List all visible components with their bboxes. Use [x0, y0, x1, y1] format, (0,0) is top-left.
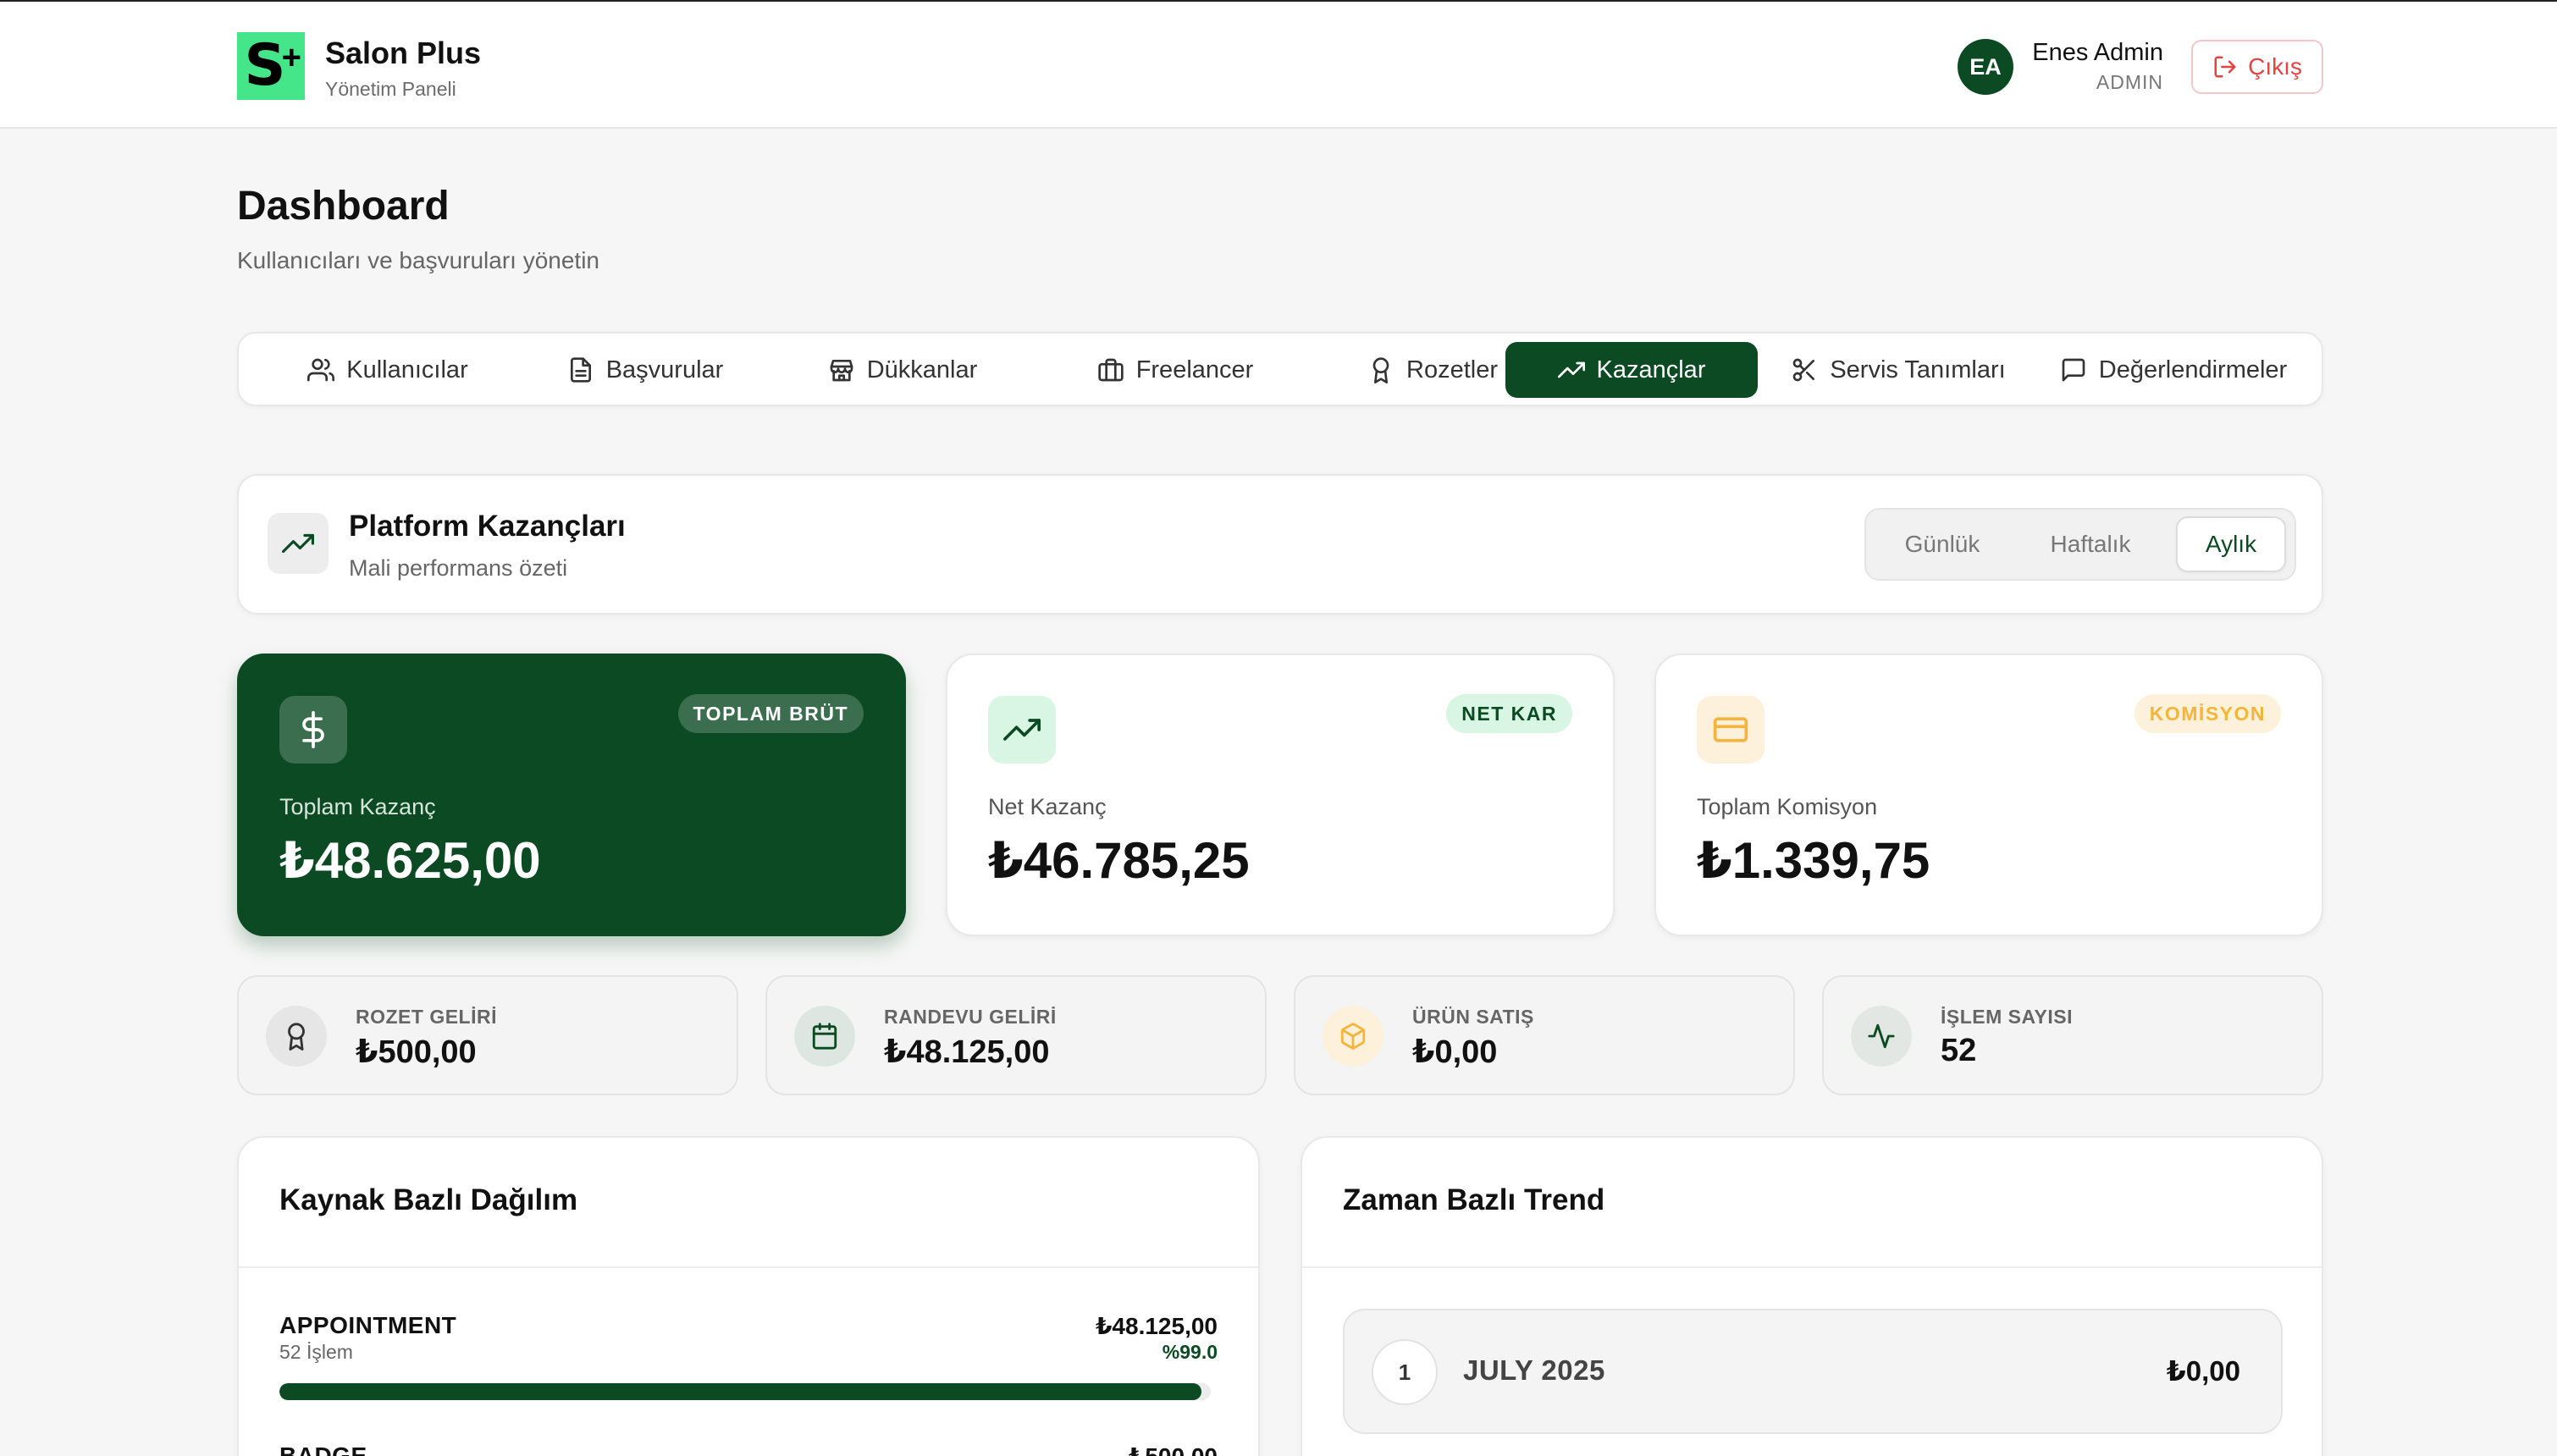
- calendar-icon: [794, 1006, 855, 1067]
- source-amount: ₺500,00: [1129, 1442, 1218, 1456]
- transaction-count-value: 52: [1941, 1033, 1977, 1068]
- user-name: Enes Admin: [2032, 39, 2163, 66]
- appointment-revenue-card: RANDEVU GELİRİ ₺48.125,00: [765, 975, 1267, 1095]
- scissors-icon: [1791, 356, 1818, 383]
- appointment-revenue-label: RANDEVU GELİRİ: [884, 1006, 1057, 1028]
- award-icon: [266, 1006, 327, 1067]
- activity-icon: [1851, 1006, 1912, 1067]
- tab-label: Freelancer: [1135, 356, 1254, 383]
- commission-label: Toplam Komisyon: [1697, 794, 1878, 819]
- brand-logo[interactable]: S +: [237, 32, 305, 100]
- earnings-title: Platform Kazançları: [349, 510, 626, 543]
- store-icon: [828, 356, 855, 383]
- net-profit-badge: NET KAR: [1446, 694, 1572, 733]
- logout-label: Çıkış: [2248, 53, 2302, 80]
- logo-letter: S: [244, 32, 286, 99]
- top-bar: S + Salon Plus Yönetim Paneli EA Enes Ad…: [0, 0, 2557, 129]
- tab-label: Rozetler: [1406, 356, 1498, 383]
- tab-label: Kazançlar: [1596, 356, 1706, 383]
- total-gross-badge: TOPLAM BRÜT: [677, 694, 864, 733]
- package-icon: [1323, 1006, 1383, 1067]
- period-toggle: Günlük Haftalık Aylık: [1864, 508, 2296, 581]
- transaction-count-card: İŞLEM SAYISI 52: [1822, 975, 2323, 1095]
- trend-row[interactable]: 1 JULY 2025 ₺0,00: [1343, 1309, 2283, 1434]
- badge-revenue-value: ₺500,00: [356, 1034, 477, 1070]
- brand-name: Salon Plus: [325, 36, 482, 70]
- tab-kazanclar[interactable]: Kazançlar: [1505, 342, 1758, 398]
- source-amount: ₺48.125,00: [1095, 1313, 1218, 1339]
- credit-card-icon: [1697, 696, 1764, 764]
- tab-label: Kullanıcılar: [346, 356, 468, 383]
- brand-subtitle: Yönetim Paneli: [325, 78, 456, 100]
- badge-revenue-card: ROZET GELİRİ ₺500,00: [237, 975, 738, 1095]
- award-icon: [1367, 356, 1394, 383]
- trend-index: 1: [1372, 1339, 1438, 1405]
- net-revenue-value: ₺46.785,25: [988, 832, 1250, 889]
- file-text-icon: [567, 356, 594, 383]
- panel-title: Zaman Bazlı Trend: [1343, 1183, 1605, 1216]
- tab-degerlendirmeler[interactable]: Değerlendirmeler: [2042, 342, 2305, 398]
- transaction-count-label: İŞLEM SAYISI: [1941, 1006, 2073, 1028]
- tab-label: Değerlendirmeler: [2098, 356, 2288, 383]
- message-square-icon: [2060, 356, 2087, 383]
- logo-plus: +: [281, 39, 301, 76]
- period-monthly-button[interactable]: Aylık: [2176, 516, 2286, 572]
- logout-icon: [2212, 54, 2238, 80]
- tab-label: Servis Tanımları: [1830, 356, 2006, 383]
- divider: [1302, 1266, 2322, 1268]
- page-subtitle: Kullanıcıları ve başvuruları yönetin: [237, 247, 599, 273]
- tab-bar: Kullanıcılar Başvurular Dükkanlar Freela…: [237, 332, 2323, 406]
- tab-label: Başvurular: [605, 356, 724, 383]
- user-role: ADMIN: [2096, 71, 2163, 93]
- tab-kullanicilar[interactable]: Kullanıcılar: [276, 342, 500, 398]
- page-title: Dashboard: [237, 184, 450, 229]
- total-revenue-label: Toplam Kazanç: [279, 794, 436, 819]
- product-sales-value: ₺0,00: [1412, 1034, 1498, 1070]
- period-weekly-button[interactable]: Haftalık: [2019, 516, 2162, 572]
- trending-up-icon: [268, 513, 329, 574]
- net-revenue-card: NET KAR Net Kazanç ₺46.785,25: [946, 654, 1615, 936]
- source-count: 52 İşlem: [279, 1341, 353, 1363]
- commission-card: KOMİSYON Toplam Komisyon ₺1.339,75: [1654, 654, 2323, 936]
- commission-value: ₺1.339,75: [1697, 832, 1930, 889]
- briefcase-icon: [1097, 356, 1124, 383]
- logout-button[interactable]: Çıkış: [2191, 40, 2323, 94]
- commission-badge: KOMİSYON: [2134, 694, 2281, 733]
- product-sales-card: ÜRÜN SATIŞ ₺0,00: [1294, 975, 1795, 1095]
- earnings-subtitle: Mali performans özeti: [349, 555, 568, 581]
- tab-basvurular[interactable]: Başvurular: [533, 342, 757, 398]
- source-percent: %99.0: [1162, 1341, 1218, 1363]
- badge-revenue-label: ROZET GELİRİ: [356, 1006, 497, 1028]
- product-sales-label: ÜRÜN SATIŞ: [1412, 1006, 1534, 1028]
- avatar[interactable]: EA: [1958, 39, 2013, 95]
- net-revenue-label: Net Kazanç: [988, 794, 1107, 819]
- tab-label: Dükkanlar: [866, 356, 978, 383]
- source-progress-fill: [279, 1383, 1201, 1400]
- total-revenue-card: TOPLAM BRÜT Toplam Kazanç ₺48.625,00: [237, 654, 906, 936]
- divider: [239, 1266, 1258, 1268]
- trending-up-icon: [988, 696, 1056, 764]
- trend-amount: ₺0,00: [2166, 1355, 2240, 1387]
- period-daily-button[interactable]: Günlük: [1875, 516, 2010, 572]
- trend-period: JULY 2025: [1463, 1354, 1605, 1386]
- tab-freelancer[interactable]: Freelancer: [1048, 342, 1302, 398]
- total-revenue-value: ₺48.625,00: [279, 832, 541, 889]
- platform-earnings-header: Platform Kazançları Mali performans özet…: [237, 474, 2323, 615]
- source-distribution-panel: Kaynak Bazlı Dağılım APPOINTMENT 52 İşle…: [237, 1136, 1260, 1456]
- source-name: BADGE: [279, 1442, 367, 1456]
- source-progress-track: [279, 1383, 1211, 1400]
- appointment-revenue-value: ₺48.125,00: [884, 1034, 1050, 1070]
- trending-up-icon: [1557, 356, 1585, 383]
- source-name: APPOINTMENT: [279, 1312, 457, 1338]
- panel-title: Kaynak Bazlı Dağılım: [279, 1183, 578, 1216]
- tab-servis-tanimlari[interactable]: Servis Tanımları: [1771, 342, 2025, 398]
- time-trend-panel: Zaman Bazlı Trend 1 JULY 2025 ₺0,00: [1301, 1136, 2323, 1456]
- tab-dukkanlar[interactable]: Dükkanlar: [791, 342, 1014, 398]
- users-icon: [307, 356, 335, 383]
- dollar-icon: [279, 696, 347, 764]
